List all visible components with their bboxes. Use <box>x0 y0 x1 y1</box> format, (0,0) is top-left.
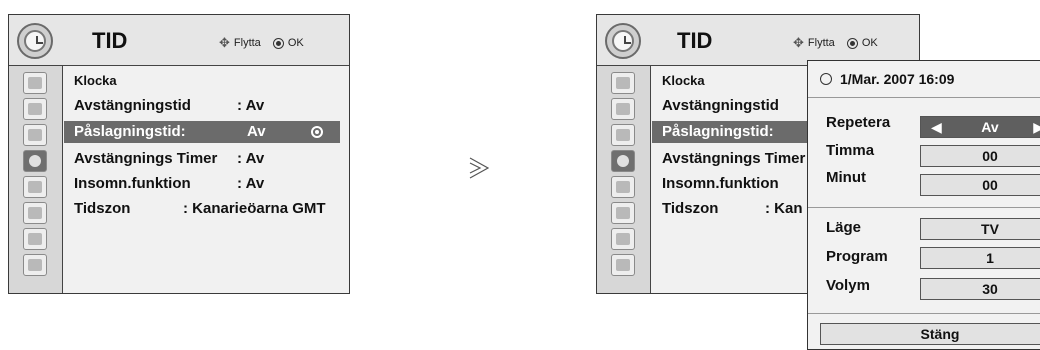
current-datetime: 1/Mar. 2007 16:09 <box>808 61 1040 98</box>
menu-item-label: Insomn.funktion <box>74 175 191 192</box>
lage-field[interactable]: TV <box>920 218 1040 240</box>
left-arrow-icon[interactable]: ◀ <box>931 117 942 137</box>
menu-item-label: Avstängningstid <box>74 97 191 114</box>
clock-icon <box>17 23 53 59</box>
ok-hint-label: OK <box>861 37 878 49</box>
audio-icon[interactable] <box>23 124 47 146</box>
menu-item-value: : Kan <box>765 200 803 217</box>
left-menu-panel: TID ✥ Flytta OK Klocka Avstängningstid : … <box>8 14 350 294</box>
menu-item-label: Insomn.funktion <box>662 175 779 192</box>
program-label: Program <box>826 248 888 265</box>
close-button[interactable]: Stäng <box>820 323 1040 345</box>
menu-item-label: Påslagningstid: <box>74 123 186 140</box>
menu-title: TID <box>92 28 128 53</box>
menu-item-label: Klocka <box>74 73 117 88</box>
menu-item-avstangnings-timer[interactable]: Avstängnings Timer <box>662 148 805 170</box>
move-arrows-icon: ✥ <box>793 35 804 50</box>
move-hint-label: Flytta <box>807 37 835 49</box>
menu-item-value: : Kanarieöarna GMT <box>183 200 326 217</box>
repetera-selector[interactable]: ◀ Av ▶ <box>920 116 1040 138</box>
option-icon[interactable] <box>611 176 635 198</box>
menu-item-insomn[interactable]: Insomn.funktion <box>662 173 779 195</box>
lock-icon[interactable] <box>23 202 47 224</box>
clock-icon[interactable] <box>611 150 635 172</box>
screen-icon[interactable] <box>23 98 47 120</box>
menu-item-tidszon[interactable]: Tidszon : Kanarieöarna GMT <box>74 198 349 220</box>
option-icon[interactable] <box>23 176 47 198</box>
minut-field[interactable]: 00 <box>920 174 1040 196</box>
move-hint-label: Flytta <box>233 37 261 49</box>
menu-item-value: : Av <box>237 97 265 114</box>
input-icon[interactable] <box>611 228 635 250</box>
menu-item-paslagningstid[interactable]: Påslagningstid: <box>652 121 812 143</box>
right-arrow-icon[interactable]: ▶ <box>1033 117 1040 137</box>
menu-item-klocka[interactable]: Klocka <box>662 70 705 92</box>
picture-icon[interactable] <box>611 72 635 94</box>
clock-icon <box>605 23 641 59</box>
move-arrows-icon: ✥ <box>219 35 230 50</box>
menu-item-avstangningstid[interactable]: Avstängningstid : Av <box>74 95 344 117</box>
timma-label: Timma <box>826 142 875 159</box>
menu-item-label: Tidszon <box>662 200 719 217</box>
nav-hint: ✥ Flytta OK <box>219 35 304 51</box>
menu-item-label: Tidszon <box>74 200 131 217</box>
nav-hint: ✥ Flytta OK <box>793 35 878 51</box>
screen-icon[interactable] <box>611 98 635 120</box>
category-sidebar <box>597 66 651 293</box>
minut-label: Minut <box>826 169 866 186</box>
ok-select-icon <box>311 126 323 138</box>
menu-header: TID ✥ Flytta OK <box>597 15 919 66</box>
lage-label: Läge <box>826 219 862 236</box>
divider <box>808 207 1040 208</box>
menu-item-avstangnings-timer[interactable]: Avstängnings Timer : Av <box>74 148 344 170</box>
repetera-label: Repetera <box>826 114 891 131</box>
clock-icon[interactable] <box>23 150 47 172</box>
audio-icon[interactable] <box>611 124 635 146</box>
input-icon[interactable] <box>23 228 47 250</box>
menu-item-value: Av <box>247 123 266 140</box>
on-time-popup: 1/Mar. 2007 16:09 Repetera ◀ Av ▶ Timma … <box>807 60 1040 350</box>
menu-item-insomn[interactable]: Insomn.funktion : Av <box>74 173 344 195</box>
menu-item-label: Avstängningstid <box>662 97 779 114</box>
lock-icon[interactable] <box>611 202 635 224</box>
menu-item-value: : Av <box>237 175 265 192</box>
menu-item-avstangningstid[interactable]: Avstängningstid <box>662 95 779 117</box>
ok-icon <box>272 37 284 49</box>
datetime-label: 1/Mar. 2007 16:09 <box>840 71 955 87</box>
category-sidebar <box>9 66 63 293</box>
menu-item-klocka[interactable]: Klocka <box>74 70 117 92</box>
menu-header: TID ✥ Flytta OK <box>9 15 349 66</box>
menu-title: TID <box>677 28 713 53</box>
menu-item-label: Klocka <box>662 73 705 88</box>
usb-icon[interactable] <box>611 254 635 276</box>
menu-item-paslagningstid[interactable]: Påslagningstid: Av <box>64 121 340 143</box>
ok-hint-label: OK <box>287 37 304 49</box>
volym-label: Volym <box>826 277 870 294</box>
timma-field[interactable]: 00 <box>920 145 1040 167</box>
repetera-value: Av <box>981 119 999 135</box>
menu-item-label: Avstängnings Timer <box>74 150 218 167</box>
usb-icon[interactable] <box>23 254 47 276</box>
program-field[interactable]: 1 <box>920 247 1040 269</box>
picture-icon[interactable] <box>23 72 47 94</box>
next-step-arrow-icon <box>469 157 489 179</box>
menu-item-label: Påslagningstid: <box>662 123 774 140</box>
menu-item-label: Avstängnings Timer <box>662 150 806 167</box>
clock-icon <box>820 73 832 85</box>
divider <box>808 313 1040 314</box>
menu-item-tidszon[interactable]: Tidszon : Kan <box>662 198 812 220</box>
menu-item-value: : Av <box>237 150 265 167</box>
volym-field[interactable]: 30 <box>920 278 1040 300</box>
ok-icon <box>846 37 858 49</box>
